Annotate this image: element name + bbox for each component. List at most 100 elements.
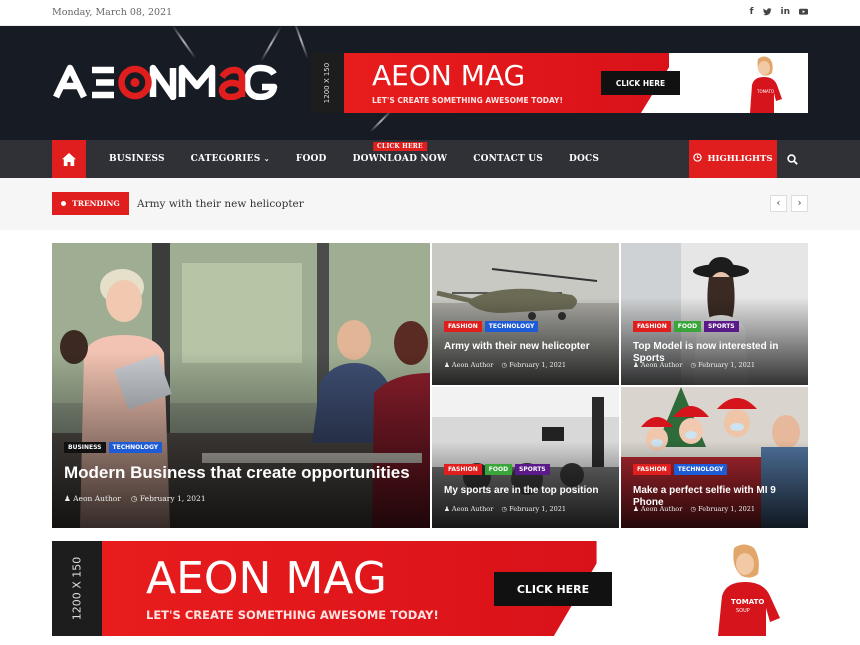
site-logo[interactable] — [52, 64, 290, 109]
post-meta: ♟ Aeon Author ◷ February 1, 2021 — [444, 505, 566, 513]
post-card[interactable]: FASHION TECHNOLOGY Make a perfect selfie… — [621, 387, 808, 528]
category-badge[interactable]: FOOD — [484, 464, 513, 475]
clock-icon: ◷ — [501, 505, 507, 513]
author-meta: ♟ Aeon Author — [444, 505, 494, 513]
footer-ad-banner[interactable]: 1200 X 150 AEON MAG LET'S CREATE SOMETHI… — [52, 541, 808, 636]
date-meta: ◷ February 1, 2021 — [501, 505, 567, 513]
category-badge[interactable]: FASHION — [444, 321, 482, 332]
category-badge[interactable]: SPORTS — [704, 321, 739, 332]
site-header: 1200 X 150 AEON MAG LET'S CREATE SOMETHI… — [0, 26, 860, 140]
user-icon: ♟ — [633, 361, 639, 369]
date-meta: ◷ February 1, 2021 — [130, 494, 206, 503]
header-ad-banner[interactable]: 1200 X 150 AEON MAG LET'S CREATE SOMETHI… — [311, 53, 808, 113]
svg-text:TOMATO: TOMATO — [731, 598, 764, 606]
category-badge[interactable]: TECHNOLOGY — [108, 442, 163, 453]
author-meta: ♟ Aeon Author — [633, 505, 683, 513]
highlights-button[interactable]: HIGHLIGHTS — [689, 140, 777, 178]
nav-item-business[interactable]: BUSINESS — [96, 140, 178, 178]
search-button[interactable] — [777, 140, 808, 178]
category-badge[interactable]: TECHNOLOGY — [484, 321, 539, 332]
nav-item-categories[interactable]: CATEGORIES ⌄ — [178, 140, 283, 178]
dot-icon — [61, 201, 67, 206]
ad-click-here-button[interactable]: CLICK HERE — [601, 71, 680, 95]
author-meta: ♟ Aeon Author — [444, 361, 494, 369]
ad-model-image: TOMATO SOUP — [696, 544, 796, 636]
ad-size-label: 1200 X 150 — [311, 53, 344, 113]
social-links: f in — [750, 7, 808, 19]
facebook-icon[interactable]: f — [750, 7, 754, 19]
post-categories: FASHION FOOD SPORTS — [633, 321, 739, 332]
nav-item-docs[interactable]: DOCS — [556, 140, 612, 178]
nav-item-download-now[interactable]: CLICK HERE DOWNLOAD NOW — [340, 140, 461, 178]
ad-click-here-button[interactable]: CLICK HERE — [494, 572, 612, 606]
category-badge[interactable]: FASHION — [633, 321, 671, 332]
nav-item-contact-us[interactable]: CONTACT US — [460, 140, 556, 178]
clock-icon: ◷ — [690, 361, 696, 369]
category-badge[interactable]: SPORTS — [515, 464, 550, 475]
post-card[interactable]: FASHION FOOD SPORTS My sports are in the… — [432, 387, 619, 528]
clock-icon: ◷ — [130, 494, 138, 503]
author-meta: ♟ Aeon Author — [64, 494, 121, 503]
post-categories: BUSINESS TECHNOLOGY — [64, 442, 163, 453]
date-meta: ◷ February 1, 2021 — [501, 361, 567, 369]
category-badge[interactable]: BUSINESS — [64, 442, 106, 453]
user-icon: ♟ — [444, 361, 450, 369]
clock-icon: ◷ — [501, 361, 507, 369]
ad-title: AEON MAG — [146, 553, 387, 604]
ad-model-image: TOMATO — [736, 55, 792, 113]
twitter-icon[interactable] — [762, 7, 772, 19]
post-title[interactable]: Modern Business that create opportunitie… — [64, 463, 424, 483]
ad-size-label: 1200 X 150 — [52, 541, 102, 636]
date-meta: ◷ February 1, 2021 — [690, 361, 756, 369]
ad-title: AEON MAG — [372, 59, 526, 92]
user-icon: ♟ — [633, 505, 639, 513]
linkedin-icon[interactable]: in — [781, 7, 791, 19]
prev-arrow-icon[interactable]: ‹ — [770, 195, 787, 212]
chevron-down-icon: ⌄ — [263, 154, 270, 163]
sparkle-decoration — [369, 109, 393, 133]
post-meta: ♟ Aeon Author ◷ February 1, 2021 — [64, 494, 206, 503]
click-here-badge: CLICK HERE — [373, 142, 427, 151]
ad-tagline: LET'S CREATE SOMETHING AWESOME TODAY! — [146, 608, 439, 622]
top-bar: Monday, March 08, 2021 f in — [0, 0, 860, 26]
home-button[interactable] — [52, 140, 86, 178]
sparkle-decoration — [260, 26, 282, 62]
post-meta: ♟ Aeon Author ◷ February 1, 2021 — [633, 361, 755, 369]
ad-tagline: LET'S CREATE SOMETHING AWESOME TODAY! — [372, 96, 563, 105]
current-date: Monday, March 08, 2021 — [52, 7, 173, 18]
youtube-icon[interactable] — [799, 7, 808, 19]
post-categories: FASHION FOOD SPORTS — [444, 464, 550, 475]
next-arrow-icon[interactable]: › — [791, 195, 808, 212]
svg-text:TOMATO: TOMATO — [756, 89, 774, 94]
clock-icon: ◷ — [690, 505, 696, 513]
trending-arrows: ‹ › — [770, 195, 808, 212]
category-badge[interactable]: FASHION — [633, 464, 671, 475]
nav-item-food[interactable]: FOOD — [283, 140, 340, 178]
svg-text:SOUP: SOUP — [736, 608, 750, 614]
trending-label: TRENDING — [52, 192, 129, 215]
search-icon — [787, 153, 798, 165]
date-meta: ◷ February 1, 2021 — [690, 505, 756, 513]
sparkle-decoration — [293, 26, 309, 60]
featured-post-card[interactable]: BUSINESS TECHNOLOGY Modern Business that… — [52, 243, 430, 528]
post-title[interactable]: My sports are in the top position — [444, 485, 616, 497]
main-nav: BUSINESS CATEGORIES ⌄ FOOD CLICK HERE DOW… — [0, 140, 860, 178]
post-meta: ♟ Aeon Author ◷ February 1, 2021 — [444, 361, 566, 369]
post-card[interactable]: FASHION TECHNOLOGY Army with their new h… — [432, 243, 619, 385]
trending-headline[interactable]: Army with their new helicopter — [137, 198, 304, 210]
post-title[interactable]: Army with their new helicopter — [444, 341, 614, 353]
user-icon: ♟ — [64, 494, 71, 503]
category-badge[interactable]: FASHION — [444, 464, 482, 475]
post-categories: FASHION TECHNOLOGY — [633, 464, 728, 475]
author-meta: ♟ Aeon Author — [633, 361, 683, 369]
nav-menu: BUSINESS CATEGORIES ⌄ FOOD CLICK HERE DOW… — [96, 140, 612, 178]
sparkle-decoration — [171, 26, 197, 59]
post-card[interactable]: FASHION FOOD SPORTS Top Model is now int… — [621, 243, 808, 385]
user-icon: ♟ — [444, 505, 450, 513]
category-badge[interactable]: TECHNOLOGY — [673, 464, 728, 475]
category-badge[interactable]: FOOD — [673, 321, 702, 332]
post-meta: ♟ Aeon Author ◷ February 1, 2021 — [633, 505, 755, 513]
post-categories: FASHION TECHNOLOGY — [444, 321, 539, 332]
trending-bar: TRENDING Army with their new helicopter — [0, 178, 860, 230]
home-icon — [62, 152, 76, 166]
